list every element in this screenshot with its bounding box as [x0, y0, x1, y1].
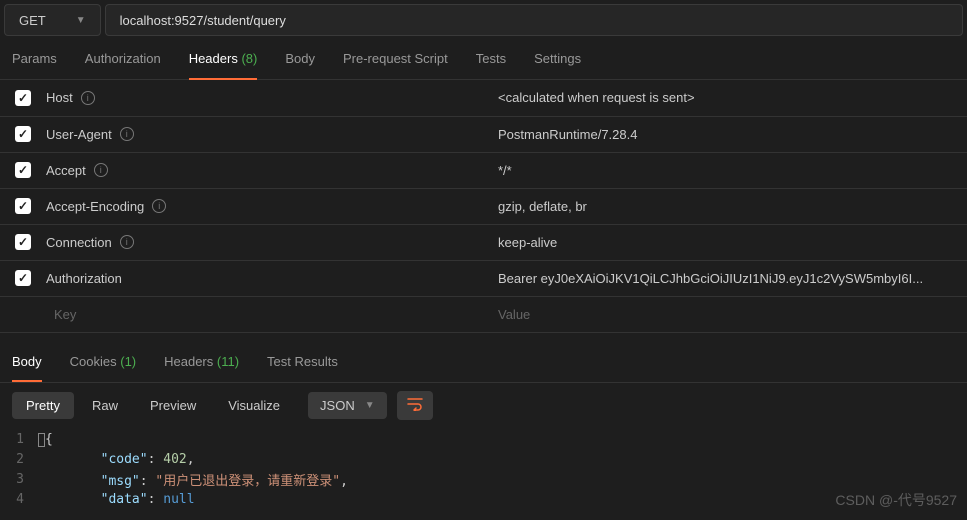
wrap-lines-button[interactable] [397, 391, 433, 420]
tab-tests[interactable]: Tests [476, 40, 506, 80]
header-row: ✓ Accept-Encoding i gzip, deflate, br [0, 188, 967, 224]
res-tab-cookies[interactable]: Cookies (1) [70, 342, 136, 382]
res-headers-count: (11) [217, 354, 239, 369]
header-checkbox[interactable]: ✓ [15, 270, 31, 286]
chevron-down-icon: ▼ [365, 400, 375, 411]
header-row: ✓ Authorization Bearer eyJ0eXAiOiJKV1QiL… [0, 260, 967, 296]
header-row: ✓ Accepti */* [0, 152, 967, 188]
res-tab-test-results[interactable]: Test Results [267, 342, 338, 382]
header-key[interactable]: Host [46, 90, 73, 105]
http-method-select[interactable]: GET ▼ [4, 4, 101, 36]
header-checkbox[interactable]: ✓ [15, 162, 31, 178]
header-value[interactable]: gzip, deflate, br [498, 199, 587, 214]
header-key[interactable]: Accept [46, 163, 86, 178]
info-icon[interactable]: i [120, 127, 134, 141]
cursor [38, 433, 45, 447]
http-method-label: GET [19, 13, 46, 28]
tab-pre-request[interactable]: Pre-request Script [343, 40, 448, 80]
info-icon[interactable]: i [152, 199, 166, 213]
header-row: ✓ Hosti <calculated when request is sent… [0, 80, 967, 116]
info-icon[interactable]: i [81, 91, 95, 105]
header-value[interactable]: <calculated when request is sent> [498, 90, 695, 105]
view-pretty[interactable]: Pretty [12, 392, 74, 419]
format-label: JSON [320, 398, 355, 413]
header-checkbox[interactable]: ✓ [15, 198, 31, 214]
header-key[interactable]: Accept-Encoding [46, 199, 144, 214]
value-placeholder[interactable]: Value [498, 307, 530, 322]
tab-authorization[interactable]: Authorization [85, 40, 161, 80]
info-icon[interactable]: i [94, 163, 108, 177]
tab-headers-label: Headers [189, 51, 238, 66]
view-preview[interactable]: Preview [136, 392, 210, 419]
header-value[interactable]: PostmanRuntime/7.28.4 [498, 127, 637, 142]
key-placeholder[interactable]: Key [54, 307, 76, 322]
headers-table: ✓ Hosti <calculated when request is sent… [0, 80, 967, 333]
header-value[interactable]: Bearer eyJ0eXAiOiJKV1QiLCJhbGciOiJIUzI1N… [498, 271, 923, 286]
chevron-down-icon: ▼ [76, 15, 86, 26]
code-line: 3 "msg": "用户已退出登录，请重新登录", [0, 470, 967, 490]
cookies-count: (1) [120, 354, 136, 369]
url-input[interactable]: localhost:9527/student/query [105, 4, 963, 36]
info-icon[interactable]: i [120, 235, 134, 249]
url-text: localhost:9527/student/query [120, 13, 286, 28]
format-select[interactable]: JSON ▼ [308, 392, 387, 419]
header-row-new: Key Value [0, 296, 967, 332]
code-line: 4 "data": null [0, 490, 967, 510]
res-tab-headers-label: Headers [164, 354, 213, 369]
view-visualize[interactable]: Visualize [214, 392, 294, 419]
tab-settings[interactable]: Settings [534, 40, 581, 80]
res-tab-body[interactable]: Body [12, 342, 42, 382]
header-value[interactable]: */* [498, 163, 512, 178]
header-key[interactable]: Connection [46, 235, 112, 250]
line-number: 2 [0, 452, 38, 467]
line-number: 4 [0, 492, 38, 507]
tab-headers[interactable]: Headers (8) [189, 40, 258, 80]
request-tabs: Params Authorization Headers (8) Body Pr… [0, 40, 967, 80]
header-key[interactable]: Authorization [46, 271, 122, 286]
header-row: ✓ Connection i keep-alive [0, 224, 967, 260]
tab-params[interactable]: Params [12, 40, 57, 80]
header-checkbox[interactable]: ✓ [15, 234, 31, 250]
response-body[interactable]: 1{ 2 "code": 402, 3 "msg": "用户已退出登录，请重新登… [0, 428, 967, 512]
body-toolbar: Pretty Raw Preview Visualize JSON ▼ [0, 383, 967, 428]
header-row: ✓ User-Agent i PostmanRuntime/7.28.4 [0, 116, 967, 152]
view-raw[interactable]: Raw [78, 392, 132, 419]
res-tab-headers[interactable]: Headers (11) [164, 342, 239, 382]
header-key[interactable]: User-Agent [46, 127, 112, 142]
tab-body[interactable]: Body [285, 40, 315, 80]
header-checkbox[interactable]: ✓ [15, 126, 31, 142]
code-line: 2 "code": 402, [0, 450, 967, 470]
header-checkbox[interactable]: ✓ [15, 90, 31, 106]
line-number: 3 [0, 472, 38, 487]
line-number: 1 [0, 432, 38, 447]
res-tab-cookies-label: Cookies [70, 354, 117, 369]
response-tabs: Body Cookies (1) Headers (11) Test Resul… [0, 343, 967, 383]
code-line: 1{ [0, 430, 967, 450]
headers-count: (8) [241, 51, 257, 66]
header-value[interactable]: keep-alive [498, 235, 557, 250]
watermark: CSDN @-代号9527 [835, 490, 957, 510]
